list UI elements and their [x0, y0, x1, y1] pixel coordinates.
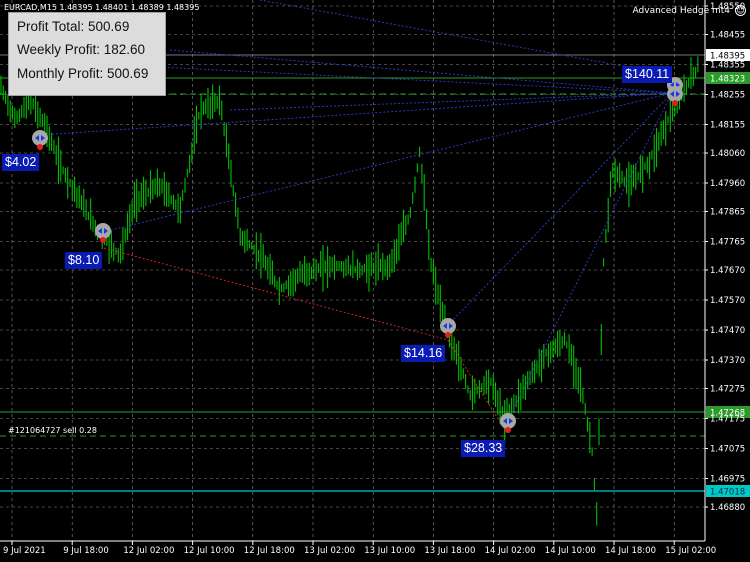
time-tick-label: 13 Jul 02:00: [304, 546, 355, 556]
time-tick-label: 14 Jul 18:00: [605, 546, 656, 556]
price-tick-label: 1.47570: [710, 296, 745, 306]
price-tick-label: 1.47960: [710, 179, 745, 189]
price-tick-label: 1.47075: [710, 445, 745, 455]
trade-close-dot: [672, 100, 678, 106]
trade-marker: [440, 318, 456, 334]
time-tick-label: 13 Jul 10:00: [364, 546, 415, 556]
profit-total: Profit Total: 500.69: [17, 19, 130, 34]
time-tick-label: 14 Jul 10:00: [545, 546, 596, 556]
price-tick-label: 1.47370: [710, 356, 745, 366]
profit-panel: Profit Total: 500.69 Weekly Profit: 182.…: [8, 12, 166, 96]
trade-profit-label: $140.11: [622, 66, 673, 83]
monthly-profit: Monthly Profit: 500.69: [17, 66, 149, 81]
expert-advisor-name: Advanced Hedge mt4: [632, 6, 730, 16]
trade-profit-label: $14.16: [401, 345, 446, 362]
trade-close-dot: [100, 237, 106, 243]
smiley-icon[interactable]: ☺: [735, 5, 746, 16]
time-tick-label: 13 Jul 18:00: [424, 546, 475, 556]
price-tick-label: 1.47865: [710, 208, 745, 218]
price-tick-label: 1.47275: [710, 385, 745, 395]
price-tick-label: 1.47670: [710, 266, 745, 276]
weekly-profit: Weekly Profit: 182.60: [17, 42, 146, 57]
time-tick-label: 9 Jul 18:00: [63, 546, 109, 556]
time-tick-label: 12 Jul 18:00: [244, 546, 295, 556]
price-tick-label: 1.48355: [710, 61, 745, 71]
trade-close-dot: [505, 427, 511, 433]
time-tick-label: 12 Jul 02:00: [123, 546, 174, 556]
trade-close-dot: [445, 332, 451, 338]
price-tick-label: 1.48255: [710, 91, 745, 101]
trade-profit-label: $8.10: [65, 252, 103, 269]
price-tick-label: 1.48060: [710, 149, 745, 159]
trade-profit-label: $28.33: [461, 440, 506, 457]
trade-profit-label: $4.02: [2, 154, 40, 171]
trade-marker: [667, 86, 683, 102]
price-tick-label: 1.48455: [710, 31, 745, 41]
time-tick-label: 9 Jul 2021: [3, 546, 46, 556]
price-tick-label: 1.48155: [710, 121, 745, 131]
price-tag-label: 1.48323: [710, 75, 745, 85]
price-tick-label: 1.46880: [710, 503, 745, 513]
price-tick-label: 1.47765: [710, 238, 745, 248]
trade-marker: [500, 413, 516, 429]
time-tick-label: 12 Jul 10:00: [184, 546, 235, 556]
order-line-label: #121064727 sell 0.28: [8, 426, 97, 435]
time-tick-label: 15 Jul 02:00: [665, 546, 716, 556]
price-tick-label: 1.47470: [710, 326, 745, 336]
price-tick-label: 1.47175: [710, 415, 745, 425]
trade-marker: [95, 223, 111, 239]
time-tick-label: 14 Jul 02:00: [485, 546, 536, 556]
trade-close-dot: [37, 144, 43, 150]
trade-marker: [32, 130, 48, 146]
price-tag-label: 1.47018: [710, 488, 745, 498]
price-tick-label: 1.46975: [710, 475, 745, 485]
symbol-header: EURCAD,M15 1.48395 1.48401 1.48389 1.483…: [4, 3, 200, 12]
